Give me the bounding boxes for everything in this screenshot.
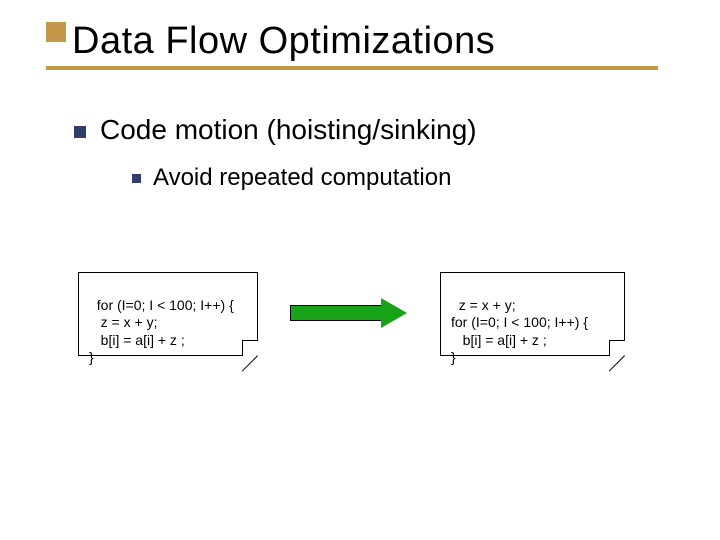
square-bullet-icon bbox=[74, 126, 86, 138]
bullet-level-2: Avoid repeated computation bbox=[132, 164, 451, 192]
bullet-level-1: Code motion (hoisting/sinking) bbox=[74, 114, 477, 146]
slide-title: Data Flow Optimizations bbox=[72, 22, 658, 62]
page-fold-icon bbox=[242, 340, 258, 356]
page-fold-icon bbox=[609, 340, 625, 356]
code-after-text: z = x + y; for (I=0; I < 100; I++) { b[i… bbox=[451, 297, 588, 366]
slide-title-block: Data Flow Optimizations bbox=[46, 22, 658, 70]
code-before-text: for (I=0; I < 100; I++) { z = x + y; b[i… bbox=[89, 297, 234, 366]
code-box-before: for (I=0; I < 100; I++) { z = x + y; b[i… bbox=[78, 272, 258, 356]
title-accent-square bbox=[46, 22, 66, 42]
bullet-2-text: Avoid repeated computation bbox=[153, 164, 451, 191]
bullet-1-text: Code motion (hoisting/sinking) bbox=[100, 114, 477, 145]
title-underline bbox=[46, 66, 658, 70]
transform-arrow-icon bbox=[290, 298, 410, 328]
square-bullet-icon bbox=[132, 174, 141, 183]
code-box-after: z = x + y; for (I=0; I < 100; I++) { b[i… bbox=[440, 272, 625, 356]
